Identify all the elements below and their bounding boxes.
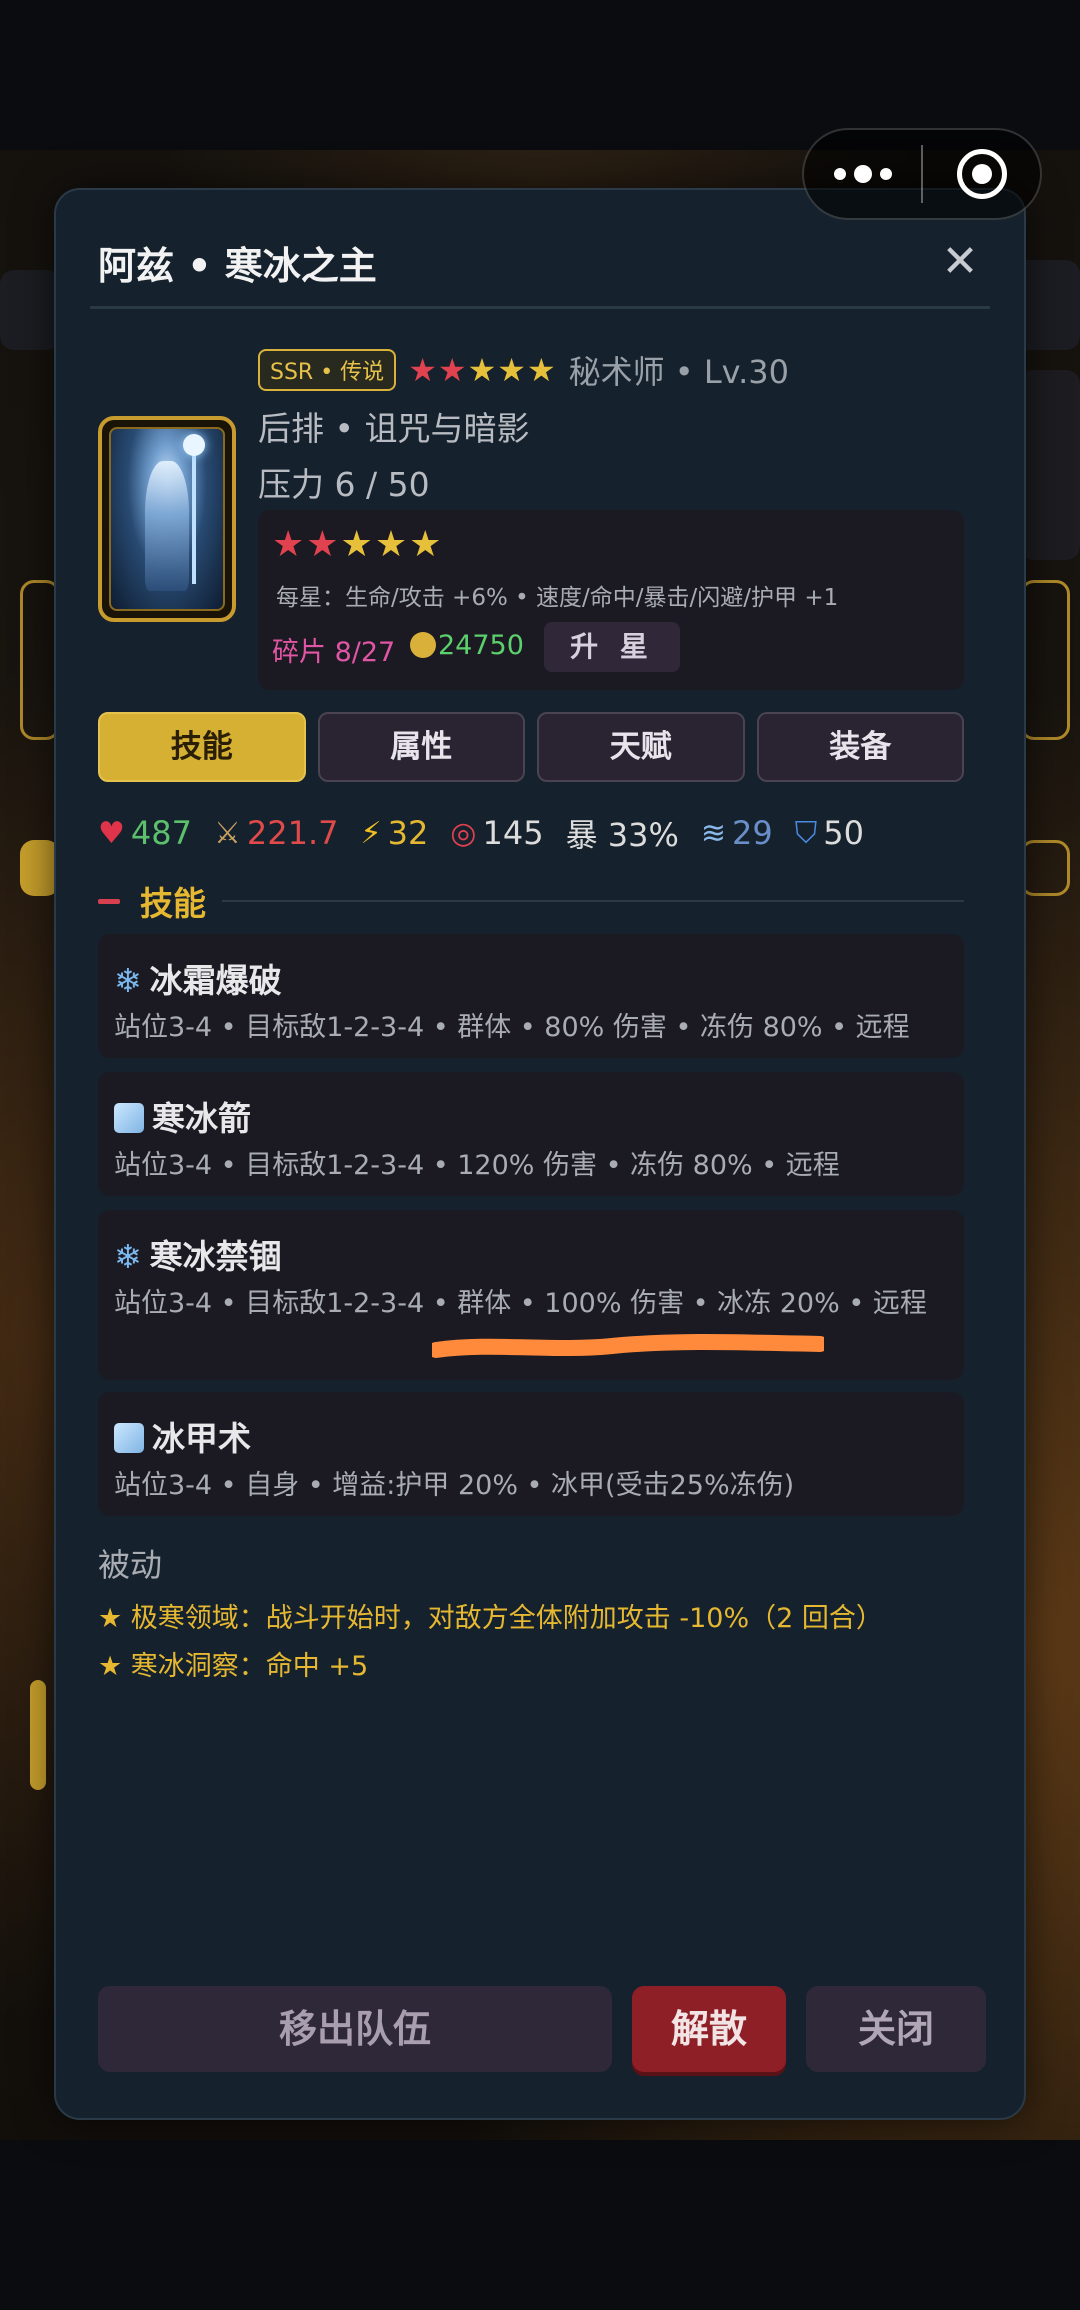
target-icon: ◎: [450, 815, 477, 851]
passive-section-title: 被动: [98, 1546, 163, 1584]
miniprogram-capsule: [802, 128, 1042, 220]
star-rating-large: ★★★★★: [272, 524, 443, 565]
hero-summary-row: SSR • 传说 ★★★★★ 秘术师 • Lv.30: [258, 348, 789, 392]
hero-portrait[interactable]: [98, 416, 236, 622]
star-bonus-text: 每星：生命/攻击 +6% • 速度/命中/暴击/闪避/护甲 +1: [276, 585, 839, 611]
skill-name-row: ❄ 冰霜爆破: [114, 954, 282, 1002]
ice-cube-icon: [114, 1423, 144, 1453]
shield-icon: ⛉: [794, 815, 818, 851]
stat-attack-value: 221.7: [246, 814, 339, 852]
tab-attributes[interactable]: 属性: [317, 712, 525, 782]
lightning-icon: ⚡: [360, 815, 382, 851]
modal-footer: 移出队伍 解散 关闭: [98, 1986, 986, 2072]
gold-amount: 24750: [438, 630, 524, 661]
money-bag-icon: [410, 632, 436, 658]
skill-name-row: 寒冰箭: [114, 1092, 251, 1140]
snowflake-icon: ❄: [114, 1237, 142, 1276]
heart-icon: ♥: [98, 815, 125, 851]
background-panel: [1020, 580, 1070, 740]
skill-description: 站位3-4 • 目标敌1-2-3-4 • 120% 伤害 • 冻伤 80% • …: [114, 1150, 840, 1181]
passive-item: ★ 极寒领域：战斗开始时，对敌方全体附加攻击 -10%（2 回合）: [98, 1603, 883, 1634]
tab-skills[interactable]: 技能: [98, 712, 306, 782]
skill-description: 站位3-4 • 目标敌1-2-3-4 • 群体 • 80% 伤害 • 冻伤 80…: [114, 1012, 910, 1043]
modal-title: 阿兹 • 寒冰之主: [98, 244, 377, 288]
shard-count: 碎片 8/27: [272, 637, 396, 668]
stat-hp: ♥ 487: [98, 814, 192, 852]
snowflake-icon: ❄: [114, 961, 142, 1000]
stat-hp-value: 487: [130, 814, 192, 852]
star-icons-yellow: ★★★: [340, 524, 444, 565]
stat-armor: ⛉ 50: [795, 814, 864, 852]
stat-crit-value: 暴 33%: [565, 816, 679, 854]
hero-pressure: 压力 6 / 50: [258, 465, 430, 504]
hero-portrait-art: [109, 427, 225, 611]
skill-name: 冰甲术: [152, 1419, 251, 1458]
hero-class-level: 秘术师 • Lv.30: [568, 353, 790, 391]
skill-card[interactable]: 寒冰箭 站位3-4 • 目标敌1-2-3-4 • 120% 伤害 • 冻伤 80…: [98, 1072, 964, 1196]
dismiss-hero-button[interactable]: 解散: [632, 1986, 786, 2072]
gold-cost: 24750: [410, 630, 524, 661]
close-icon[interactable]: ✕: [938, 240, 982, 284]
skill-description: 站位3-4 • 自身 • 增益:护甲 20% • 冰甲(受击25%冻伤): [114, 1470, 795, 1501]
skill-card[interactable]: ❄ 冰霜爆破 站位3-4 • 目标敌1-2-3-4 • 群体 • 80% 伤害 •…: [98, 934, 964, 1058]
close-button[interactable]: 关闭: [806, 1986, 986, 2072]
stat-accuracy: ◎ 145: [450, 814, 543, 852]
background-panel: [0, 270, 60, 350]
exit-miniprogram-button[interactable]: [923, 149, 1040, 199]
stats-row: ♥ 487 ⚔ 221.7 ⚡ 32 ◎ 145 暴 33% ≋ 29 ⛉ 50: [98, 808, 964, 858]
section-marker: [98, 898, 120, 904]
stat-dodge-value: 29: [732, 814, 773, 852]
detail-tabs: 技能 属性 天赋 装备: [98, 712, 964, 782]
skill-name-row: ❄ 寒冰禁锢: [114, 1230, 282, 1278]
tab-equipment[interactable]: 装备: [756, 712, 964, 782]
hero-position-traits: 后排 • 诅咒与暗影: [258, 409, 530, 448]
modal-header: 阿兹 • 寒冰之主 ✕: [98, 226, 982, 306]
hero-star-rating: ★★★★★: [408, 351, 556, 389]
ice-cube-icon: [114, 1103, 144, 1133]
tab-talents[interactable]: 天赋: [537, 712, 745, 782]
background-panel: [1020, 840, 1070, 896]
skill-name: 冰霜爆破: [149, 961, 282, 1000]
stat-armor-value: 50: [823, 814, 864, 852]
skills-section-header: 技能: [98, 876, 964, 926]
stat-attack: ⚔ 221.7: [214, 814, 339, 852]
background-panel: [1020, 370, 1080, 560]
stat-dodge: ≋ 29: [701, 814, 773, 852]
target-icon: [956, 149, 1007, 199]
stat-crit: 暴 33%: [566, 810, 679, 856]
stat-speed: ⚡ 32: [361, 814, 429, 852]
star-upgrade-panel: ★★★★★ 每星：生命/攻击 +6% • 速度/命中/暴击/闪避/护甲 +1 碎…: [258, 510, 964, 690]
section-divider: [222, 900, 964, 902]
stat-accuracy-value: 145: [482, 814, 544, 852]
skill-name: 寒冰禁锢: [149, 1237, 282, 1276]
remove-from-team-button[interactable]: 移出队伍: [98, 1986, 612, 2072]
passive-item: ★ 寒冰洞察：命中 +5: [98, 1651, 369, 1682]
swords-icon: ⚔: [213, 815, 241, 851]
star-icons-red: ★★: [272, 524, 341, 565]
skill-description: 站位3-4 • 目标敌1-2-3-4 • 群体 • 100% 伤害 • 冰冻 2…: [114, 1288, 927, 1319]
rarity-badge: SSR • 传说: [258, 349, 397, 391]
skill-card[interactable]: 冰甲术 站位3-4 • 自身 • 增益:护甲 20% • 冰甲(受击25%冻伤): [98, 1392, 964, 1516]
skill-name-row: 冰甲术: [114, 1412, 251, 1460]
wind-icon: ≋: [700, 815, 727, 851]
star-icons-yellow: ★★★: [467, 351, 557, 389]
upgrade-star-button[interactable]: 升 星: [544, 622, 680, 672]
background-panel: [30, 1680, 46, 1790]
header-divider: [90, 306, 990, 309]
hero-detail-modal: 阿兹 • 寒冰之主 ✕ SSR • 传说 ★★★★★ 秘术师 • Lv.30 后…: [54, 188, 1026, 2120]
star-icons-red: ★★: [408, 351, 468, 389]
skills-section-title: 技能: [140, 884, 206, 923]
more-options-icon[interactable]: [804, 165, 921, 183]
stat-speed-value: 32: [387, 814, 429, 852]
skill-name: 寒冰箭: [152, 1099, 251, 1138]
annotation-underline: [432, 1334, 824, 1358]
